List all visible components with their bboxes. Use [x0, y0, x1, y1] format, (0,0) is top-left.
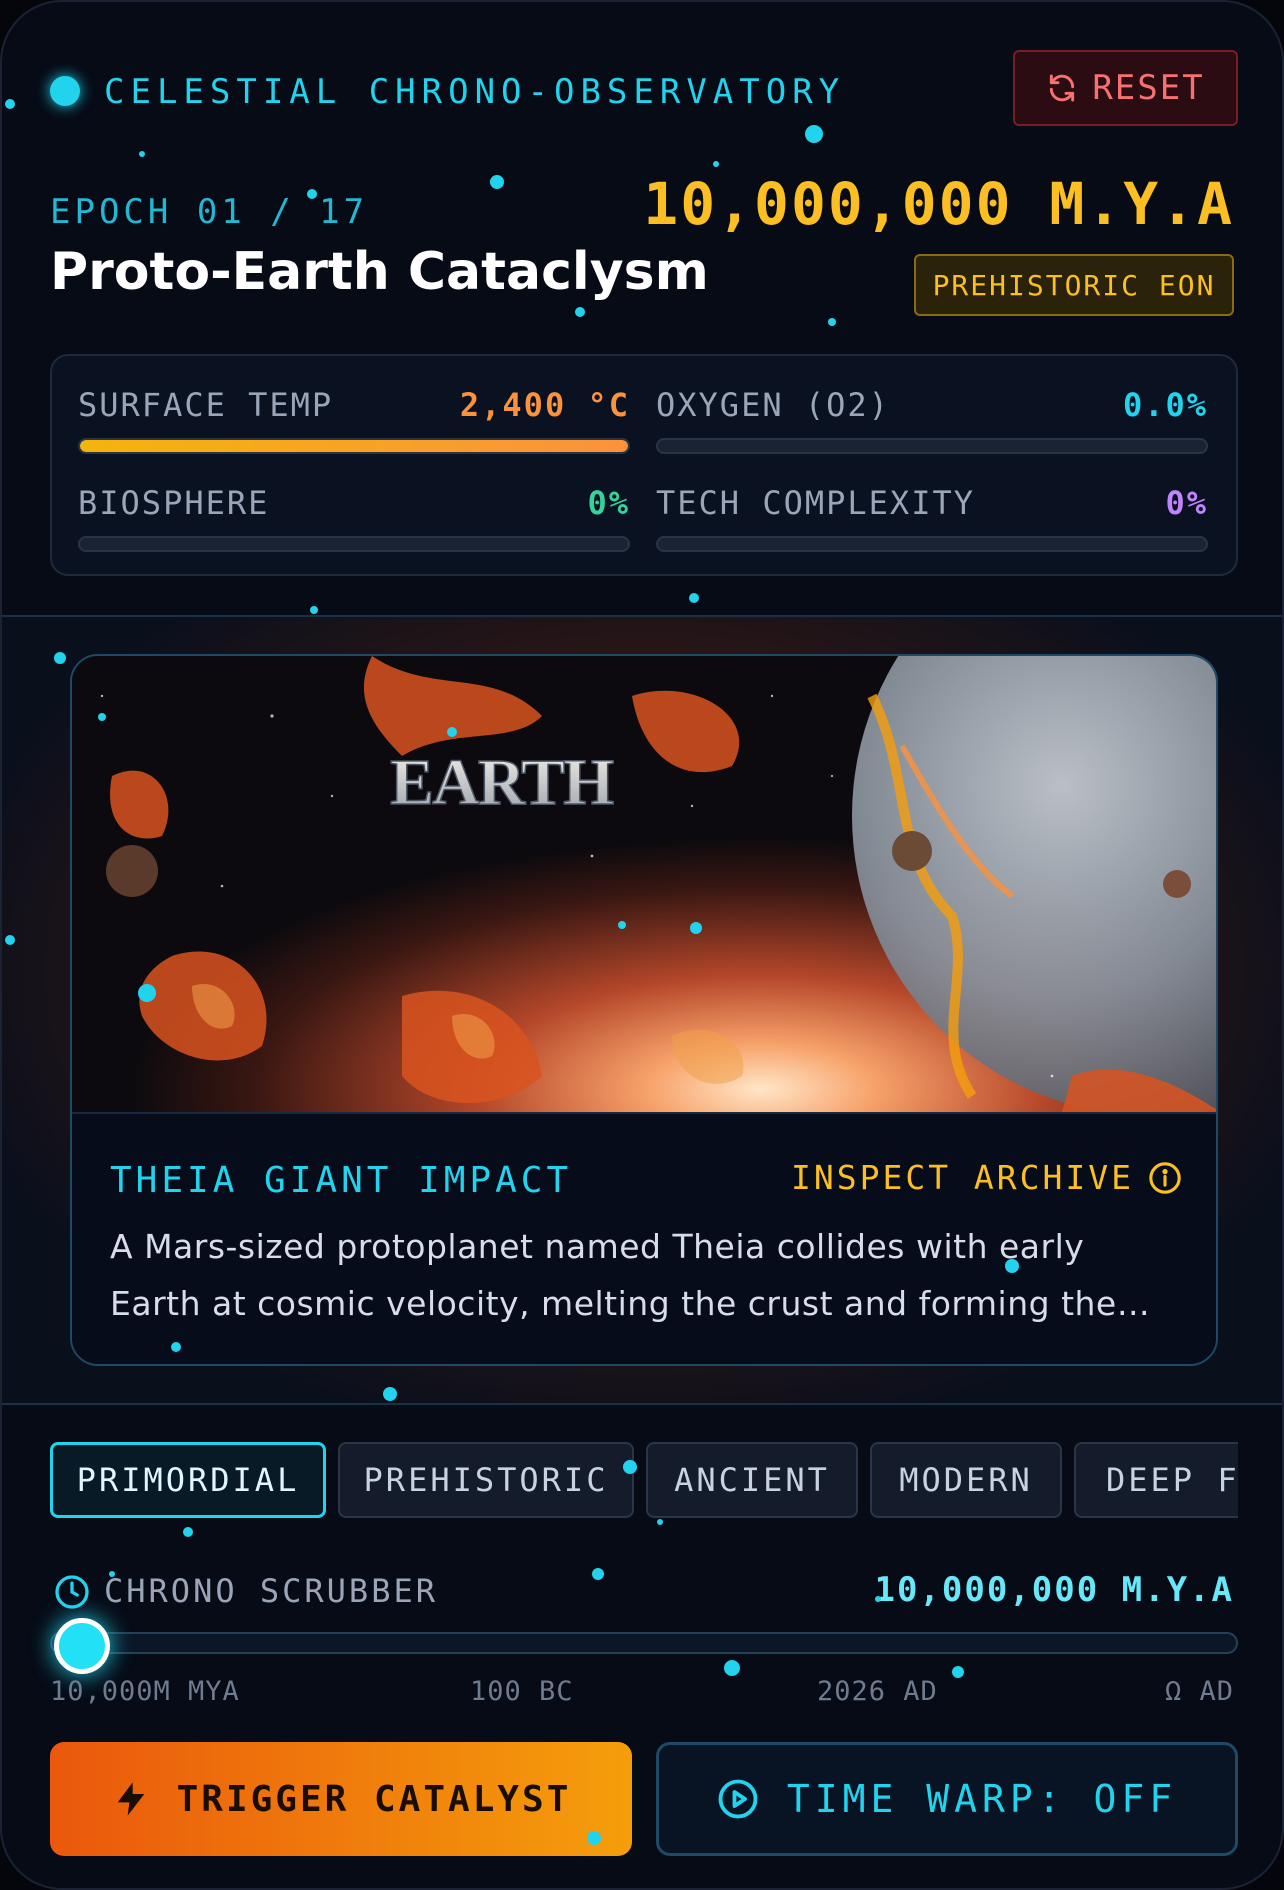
status-dot: [50, 76, 80, 106]
epoch-counter: EPOCH 01 / 17: [50, 192, 369, 232]
image-caption: EARTH: [390, 746, 614, 819]
stat-bar: [656, 536, 1208, 552]
info-icon: [1149, 1161, 1181, 1194]
stat-bar-fill: [80, 440, 628, 452]
stat-value: 0.0%: [1122, 386, 1208, 424]
lightning-icon: [117, 1782, 144, 1816]
app-title: CELESTIAL CHRONO-OBSERVATORY: [104, 72, 846, 112]
event-card[interactable]: EARTH THEIA GIANT IMPACT INSPECT ARCHIVE…: [70, 654, 1218, 1366]
clock-icon: [55, 1575, 89, 1609]
scrubber-tick-label: 10,000M MYA: [50, 1676, 240, 1707]
event-description: A Mars-sized protoplanet named Theia col…: [110, 1227, 1151, 1323]
event-name: THEIA GIANT IMPACT: [110, 1160, 573, 1201]
stat-bar: [656, 438, 1208, 454]
inspect-archive-link[interactable]: INSPECT ARCHIVE: [791, 1158, 1182, 1197]
play-circle-icon: [718, 1779, 758, 1819]
stat-value: 2,400 °C: [459, 386, 630, 424]
stat-label: OXYGEN (O2): [656, 386, 890, 424]
scrubber-thumb[interactable]: [54, 1618, 110, 1674]
trigger-catalyst-label: TRIGGER CATALYST: [176, 1778, 572, 1820]
era-tabs: PRIMORDIAL PREHISTORIC ANCIENT MODERN DE…: [50, 1442, 1238, 1520]
era-badge: PREHISTORIC EON: [914, 254, 1234, 316]
scrubber-tick-label: Ω AD: [1164, 1676, 1234, 1707]
observatory-app: CELESTIAL CHRONO-OBSERVATORY RESET EPOCH…: [0, 0, 1284, 1890]
reset-label: RESET: [1092, 68, 1205, 108]
stat-value: 0%: [587, 484, 630, 522]
scrubber-tick-label: 100 BC: [470, 1676, 574, 1707]
tab-ancient[interactable]: ANCIENT: [646, 1442, 858, 1518]
event-info: THEIA GIANT IMPACT INSPECT ARCHIVE A Mar…: [72, 1112, 1216, 1364]
reset-button[interactable]: RESET: [1013, 50, 1238, 126]
tab-modern[interactable]: MODERN: [870, 1442, 1062, 1518]
stat-value: 0%: [1165, 484, 1208, 522]
tab-primordial[interactable]: PRIMORDIAL: [50, 1442, 326, 1518]
time-warp-toggle[interactable]: TIME WARP: OFF: [656, 1742, 1238, 1856]
trigger-catalyst-button[interactable]: TRIGGER CATALYST: [50, 1742, 632, 1856]
time-warp-label: TIME WARP: OFF: [786, 1777, 1178, 1821]
tab-prehistoric[interactable]: PREHISTORIC: [338, 1442, 634, 1518]
tab-deep-future[interactable]: DEEP FUTURE: [1074, 1442, 1238, 1518]
stats-panel: SURFACE TEMP 2,400 °C OXYGEN (O2) 0.0% B…: [50, 354, 1238, 576]
stat-bar: [78, 438, 630, 454]
epoch-date: 10,000,000 M.Y.A: [643, 170, 1234, 238]
event-image: EARTH: [72, 656, 1216, 1112]
scrubber-track[interactable]: [50, 1632, 1238, 1654]
scrubber-tick-label: 2026 AD: [817, 1676, 938, 1707]
scrubber-label: CHRONO SCRUBBER: [104, 1572, 438, 1610]
refresh-icon: [1050, 74, 1075, 102]
stat-label: TECH COMPLEXITY: [656, 484, 975, 522]
epoch-title: Proto-Earth Cataclysm: [50, 242, 709, 302]
stat-label: SURFACE TEMP: [78, 386, 334, 424]
stat-label: BIOSPHERE: [78, 484, 270, 522]
scrubber-value: 10,000,000 M.Y.A: [874, 1570, 1234, 1610]
inspect-archive-label: INSPECT ARCHIVE: [790, 1158, 1134, 1197]
stat-bar: [78, 536, 630, 552]
